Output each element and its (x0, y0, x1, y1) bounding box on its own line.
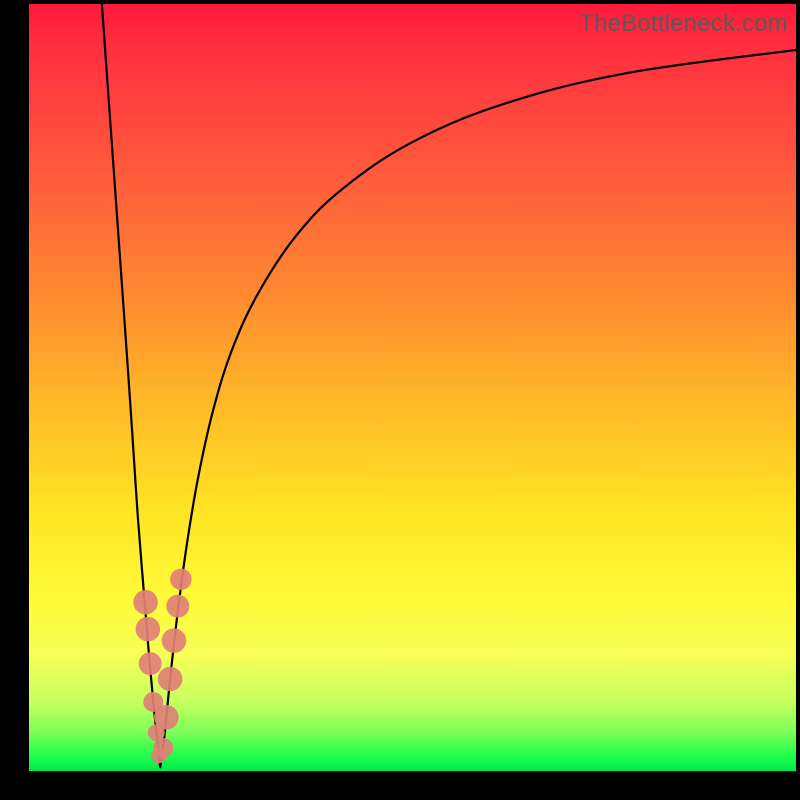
chart-frame: TheBottleneck.com (0, 0, 800, 800)
plot-area: TheBottleneck.com (29, 4, 796, 771)
curve-right-branch (160, 50, 796, 767)
curve-marker (170, 569, 191, 590)
chart-svg (29, 4, 796, 771)
curve-marker (158, 667, 183, 692)
curve-marker (136, 617, 161, 642)
curve-marker (133, 590, 158, 615)
curve-marker (162, 628, 187, 653)
curve-marker (139, 652, 162, 675)
curve-marker (166, 595, 189, 618)
curve-markers (133, 569, 191, 764)
curve-marker (154, 705, 179, 730)
curve-marker (153, 738, 173, 758)
